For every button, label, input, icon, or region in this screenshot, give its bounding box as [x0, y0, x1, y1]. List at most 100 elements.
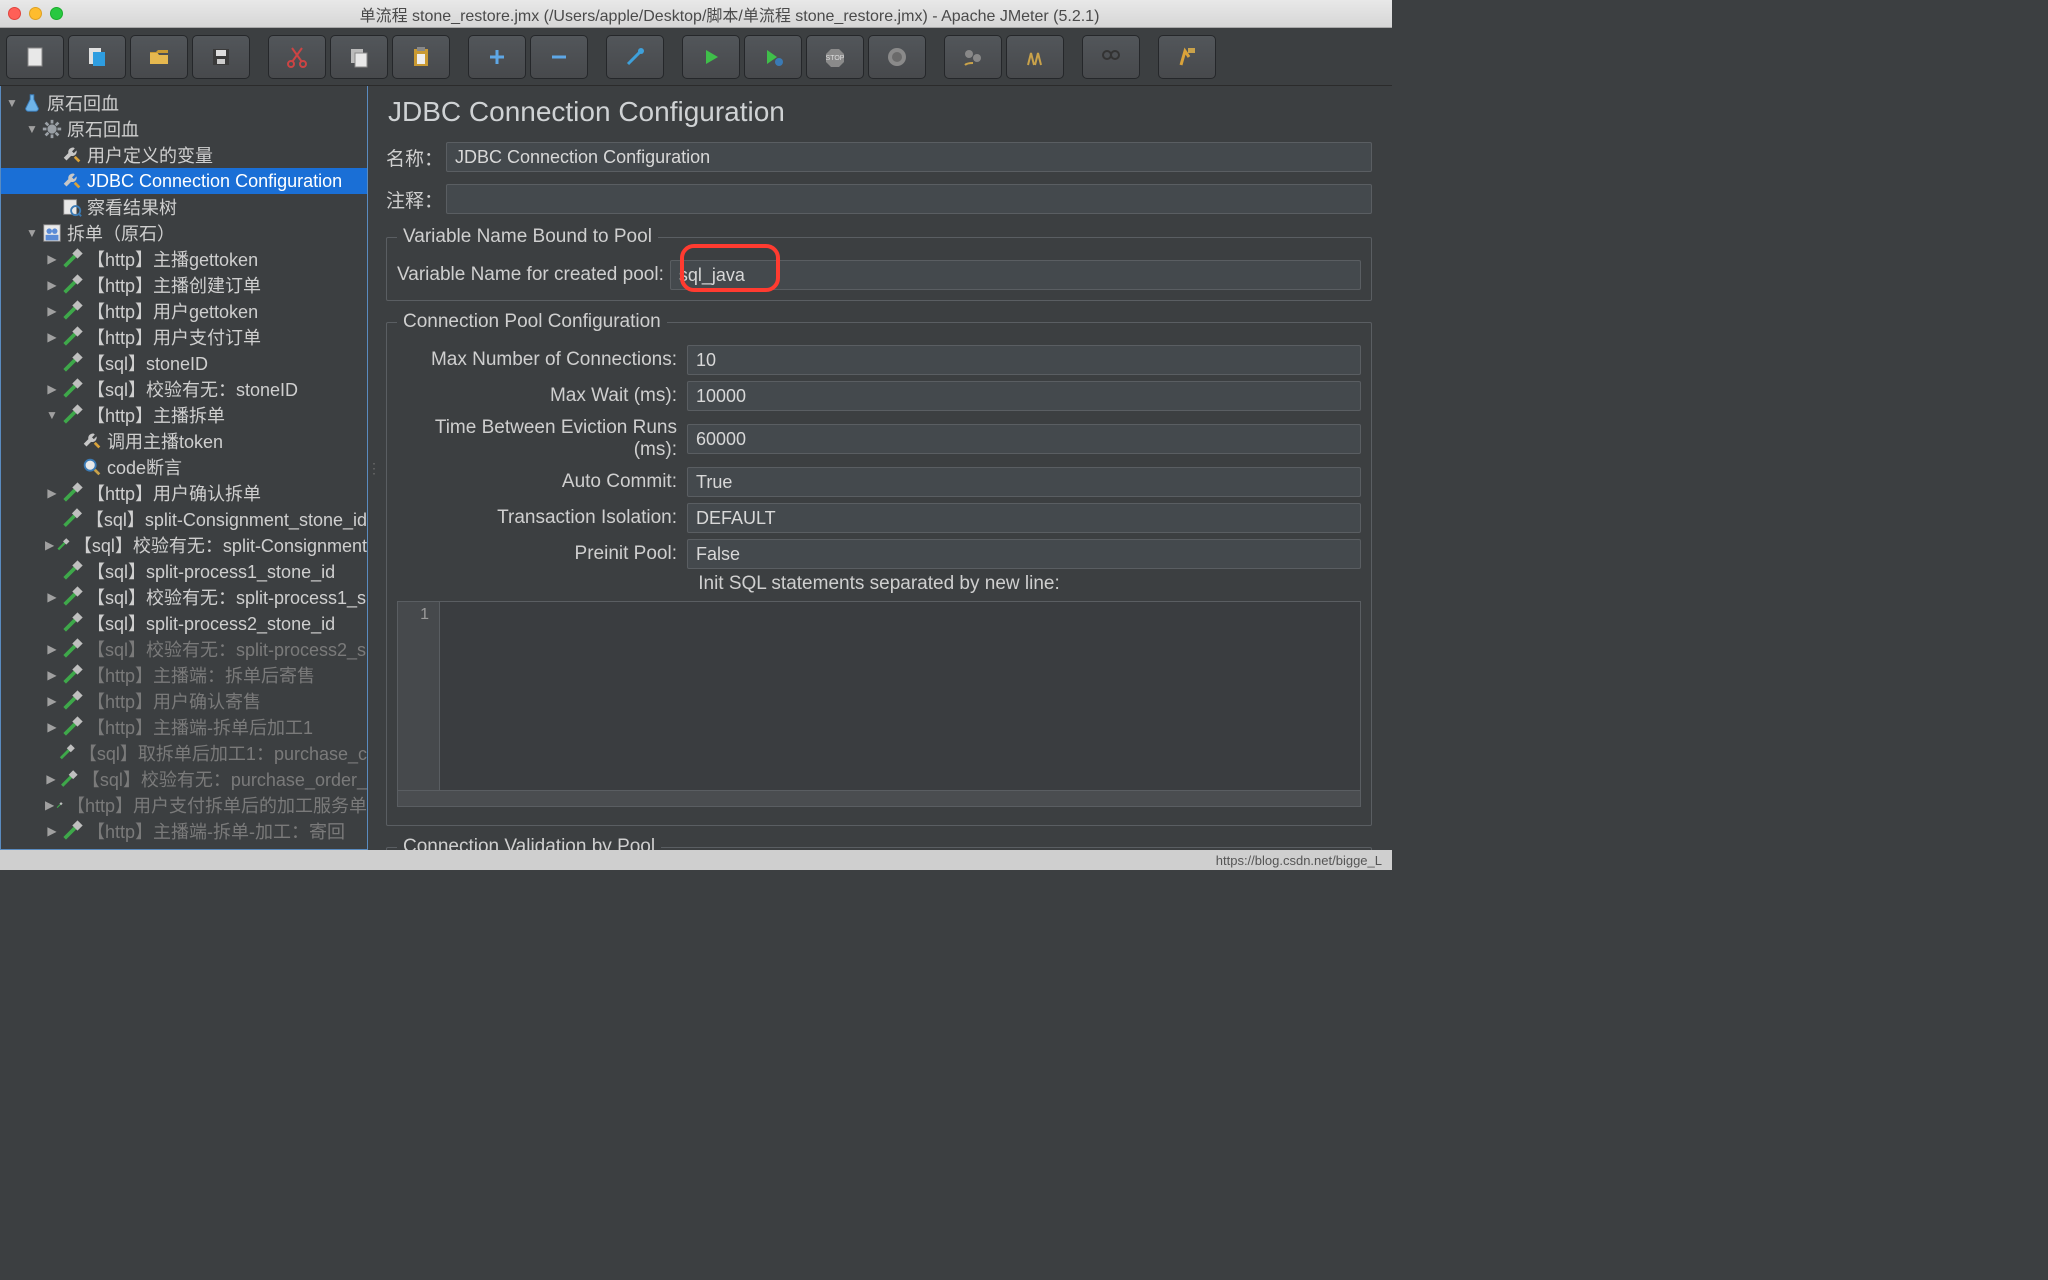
toolbar-open-button[interactable] [130, 35, 188, 79]
tree-node[interactable]: 【sql】stoneID [1, 350, 367, 376]
minimize-icon[interactable] [29, 7, 42, 20]
tree-node[interactable]: 【http】主播拆单 [1, 402, 367, 428]
tree-arrow-icon[interactable] [5, 96, 19, 110]
tree-arrow-icon[interactable] [45, 538, 54, 552]
tree-arrow-icon[interactable] [45, 330, 59, 344]
tree-node[interactable]: 【sql】校验有无：purchase_order_ [1, 766, 367, 792]
splitter-handle[interactable] [368, 86, 380, 850]
tree-arrow-icon[interactable] [45, 252, 59, 266]
toolbar-clear-all-button[interactable] [1006, 35, 1064, 79]
pool-field-label: Transaction Isolation: [397, 507, 687, 529]
tree-arrow-icon[interactable] [45, 824, 59, 838]
tree-node[interactable]: 【sql】校验有无：split-process1_s [1, 584, 367, 610]
probe-icon [59, 768, 78, 790]
tree-arrow-icon[interactable] [45, 382, 59, 396]
toolbar-collapse-button[interactable] [530, 35, 588, 79]
tree-arrow-icon[interactable] [45, 278, 59, 292]
probe-icon [56, 534, 70, 556]
tree-node[interactable]: 原石回血 [1, 116, 367, 142]
tree-node[interactable]: 【sql】split-Consignment_stone_id [1, 506, 367, 532]
tree-arrow-icon[interactable] [45, 486, 59, 500]
pool-field-input[interactable]: 10 [687, 345, 1361, 375]
toolbar-shutdown-button[interactable] [868, 35, 926, 79]
mag-icon [81, 456, 103, 478]
tree-node[interactable]: 原石回血 [1, 90, 367, 116]
probe-icon [61, 248, 83, 270]
name-input[interactable]: JDBC Connection Configuration [446, 142, 1372, 172]
tree-node[interactable]: 调用主播token [1, 428, 367, 454]
toolbar-copy-button[interactable] [330, 35, 388, 79]
toolbar-clear-button[interactable] [944, 35, 1002, 79]
tree-node[interactable]: 【sql】校验有无：split-process2_s [1, 636, 367, 662]
toolbar-cut-button[interactable] [268, 35, 326, 79]
toolbar-new-button[interactable] [6, 35, 64, 79]
tree-node[interactable]: 拆单（原石） [1, 220, 367, 246]
tree-node[interactable]: 【sql】校验有无：stoneID [1, 376, 367, 402]
tree-node[interactable]: 【sql】split-process1_stone_id [1, 558, 367, 584]
tree-node[interactable]: 【sql】取拆单后加工1：purchase_c [1, 740, 367, 766]
tree-arrow-icon[interactable] [45, 304, 59, 318]
pool-field-input[interactable]: DEFAULT [687, 503, 1361, 533]
flask-icon [21, 92, 43, 114]
tree-node[interactable]: 【http】用户支付拆单后的加工服务单 [1, 792, 367, 818]
tree-node[interactable]: code断言 [1, 454, 367, 480]
toolbar-toggle-button[interactable] [606, 35, 664, 79]
probe-icon [61, 586, 83, 608]
tree-arrow-icon[interactable] [45, 772, 57, 786]
tree-node[interactable]: 用户定义的变量 [1, 142, 367, 168]
pool-field-label: Max Wait (ms): [397, 385, 687, 407]
zoom-icon[interactable] [50, 7, 63, 20]
tree-node-label: 【sql】校验有无：purchase_order_ [82, 766, 367, 792]
tree-node-label: 【http】用户支付拆单后的加工服务单 [67, 792, 367, 818]
tree-node[interactable]: 【http】主播gettoken [1, 246, 367, 272]
toolbar-expand-button[interactable] [468, 35, 526, 79]
pool-field-input[interactable]: True [687, 467, 1361, 497]
tree-node[interactable]: JDBC Connection Configuration [1, 168, 367, 194]
toolbar-stop-button[interactable]: STOP [806, 35, 864, 79]
tree-arrow-icon[interactable] [45, 642, 59, 656]
pool-field-input[interactable]: False [687, 539, 1361, 569]
comment-input[interactable] [446, 184, 1372, 214]
probe-icon [61, 326, 83, 348]
tree-arrow-icon[interactable] [45, 590, 59, 604]
horizontal-scrollbar[interactable] [397, 791, 1361, 807]
toolbar-start-button[interactable] [682, 35, 740, 79]
close-icon[interactable] [8, 7, 21, 20]
tree-arrow-icon[interactable] [45, 720, 59, 734]
tree-node[interactable]: 【http】主播端-拆单-加工：寄回 [1, 818, 367, 844]
toolbar-start-no-pause-button[interactable] [744, 35, 802, 79]
tree-arrow-icon[interactable] [45, 694, 59, 708]
pool-field-input[interactable]: 60000 [687, 424, 1361, 454]
tree-node[interactable]: 【http】用户确认拆单 [1, 480, 367, 506]
init-sql-editor[interactable]: 1 [397, 601, 1361, 791]
tree-node[interactable]: 【http】主播端-拆单后加工1 [1, 714, 367, 740]
init-sql-header: Init SQL statements separated by new lin… [397, 569, 1361, 599]
pool-field-input[interactable]: 10000 [687, 381, 1361, 411]
probe-icon [56, 794, 63, 816]
tree-node[interactable]: 察看结果树 [1, 194, 367, 220]
probe-icon [61, 404, 83, 426]
tree-node[interactable]: 【http】主播端：拆单后寄售 [1, 662, 367, 688]
var-name-input[interactable]: sql_java [670, 260, 1361, 290]
tree-arrow-icon[interactable] [25, 226, 39, 240]
toolbar-paste-button[interactable] [392, 35, 450, 79]
toolbar-template-button[interactable] [68, 35, 126, 79]
tree-node[interactable]: 【sql】split-process2_stone_id [1, 610, 367, 636]
tree-node[interactable]: 【http】用户gettoken [1, 298, 367, 324]
test-plan-tree[interactable]: 原石回血原石回血用户定义的变量JDBC Connection Configura… [0, 86, 368, 850]
probe-icon [61, 560, 83, 582]
tree-node[interactable]: 【http】主播创建订单 [1, 272, 367, 298]
tree-node[interactable]: 【http】用户支付订单 [1, 324, 367, 350]
tree-node[interactable]: 【http】用户确认寄售 [1, 688, 367, 714]
toolbar-function-helper-button[interactable] [1158, 35, 1216, 79]
tree-node[interactable]: 【sql】校验有无：split-Consignment [1, 532, 367, 558]
tree-arrow-icon[interactable] [45, 798, 54, 812]
toolbar-save-button[interactable] [192, 35, 250, 79]
tree-arrow-icon[interactable] [45, 668, 59, 682]
probe-icon [61, 664, 83, 686]
toolbar-search-button[interactable] [1082, 35, 1140, 79]
tree-node-label: 【http】用户支付订单 [87, 324, 261, 350]
tree-node-label: 【sql】校验有无：stoneID [87, 376, 298, 402]
tree-arrow-icon[interactable] [45, 408, 59, 422]
tree-arrow-icon[interactable] [25, 122, 39, 136]
